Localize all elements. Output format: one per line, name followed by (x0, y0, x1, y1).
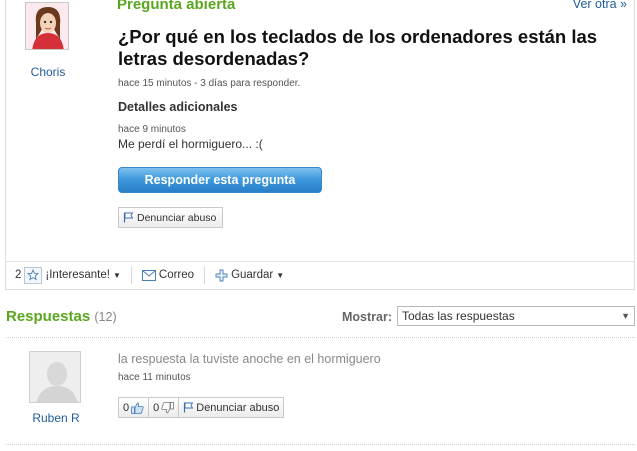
flag-icon (123, 212, 134, 223)
show-filter-label: Mostrar: (342, 310, 393, 324)
show-filter-value: Todas las respuestas (402, 309, 515, 323)
answer-vote-bar: 0 0 Denunciar abuso (118, 397, 285, 418)
answer-question-button[interactable]: Responder esta pregunta (118, 167, 322, 193)
interest-label: ¡Interesante! (45, 269, 110, 281)
see-other-link[interactable]: Ver otra » (573, 0, 627, 11)
answerer-avatar[interactable] (29, 351, 81, 403)
asker-avatar[interactable] (25, 2, 69, 50)
mail-label: Correo (158, 269, 195, 281)
question-status: Pregunta abierta (117, 0, 236, 13)
thumbs-down-button[interactable]: 0 (149, 398, 180, 417)
mail-button[interactable]: Correo (132, 262, 204, 289)
divider (6, 337, 635, 338)
asker-avatar-image (26, 3, 68, 49)
mail-icon (141, 269, 156, 281)
show-filter-select[interactable]: Todas las respuestas ▼ (397, 306, 635, 326)
answers-heading: Respuestas (12) (6, 308, 117, 325)
details-time: hace 9 minutos (118, 124, 186, 135)
asker-name[interactable]: Choris (20, 65, 76, 79)
report-abuse-label: Denunciar abuso (137, 211, 217, 224)
save-button[interactable]: Guardar ▼ (205, 262, 294, 289)
default-user-icon (30, 352, 80, 402)
report-abuse-button[interactable]: Denunciar abuso (118, 207, 224, 228)
thumbs-up-count: 0 (123, 401, 130, 414)
answer-time: hace 11 minutos (118, 372, 191, 383)
answers-title: Respuestas (6, 308, 91, 325)
thumbs-down-count: 0 (153, 401, 160, 414)
thumbs-up-icon (131, 402, 144, 414)
interest-count: 2 (15, 269, 22, 281)
interesting-button[interactable]: 2 ¡Interesante! ▼ (5, 262, 131, 289)
question-title: ¿Por qué en los teclados de los ordenado… (118, 26, 598, 69)
flag-icon (184, 402, 194, 413)
star-icon[interactable] (24, 266, 43, 284)
details-text: Me perdí el hormiguero... :( (118, 137, 263, 151)
details-heading: Detalles adicionales (118, 100, 238, 114)
answerer-name[interactable]: Ruben R (20, 411, 92, 425)
divider (6, 444, 635, 445)
answers-count: (12) (94, 310, 117, 324)
chevron-down-icon: ▼ (621, 311, 630, 321)
answer-text: la respuesta la tuviste anoche en el hor… (118, 352, 381, 366)
question-action-bar: 2 ¡Interesante! ▼ Correo Guardar ▼ (5, 261, 635, 288)
thumbs-up-button[interactable]: 0 (119, 398, 150, 417)
question-meta: hace 15 minutos - 3 días para responder. (118, 78, 301, 89)
answer-report-abuse-button[interactable]: Denunciar abuso (179, 398, 283, 417)
answer-report-abuse-label: Denunciar abuso (196, 401, 280, 414)
save-label: Guardar (231, 269, 274, 281)
chevron-down-icon: ▼ (112, 270, 121, 280)
plus-icon (215, 269, 228, 281)
thumbs-down-icon (161, 401, 175, 413)
chevron-down-icon: ▼ (276, 270, 285, 280)
